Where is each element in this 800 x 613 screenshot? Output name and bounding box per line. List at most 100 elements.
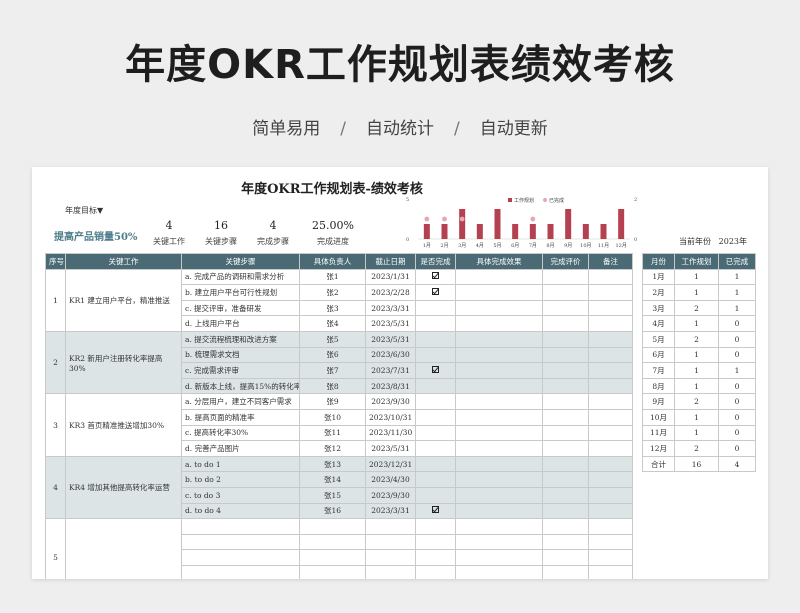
done-point xyxy=(459,216,465,222)
due-date: 2023/1/31 xyxy=(365,268,416,286)
remark-cell[interactable] xyxy=(588,440,633,457)
done-cell[interactable] xyxy=(415,315,456,332)
evaluation-cell[interactable] xyxy=(542,533,589,551)
evaluation-cell[interactable] xyxy=(542,362,589,379)
evaluation-cell[interactable] xyxy=(542,299,589,317)
remark-cell[interactable] xyxy=(588,502,633,520)
evaluation-cell[interactable] xyxy=(542,440,589,457)
result-cell[interactable] xyxy=(455,486,543,504)
evaluation-cell[interactable] xyxy=(542,518,589,535)
result-cell[interactable] xyxy=(455,299,543,317)
evaluation-cell[interactable] xyxy=(542,564,589,579)
done-cell[interactable] xyxy=(415,284,456,301)
checkbox-checked-icon[interactable] xyxy=(432,506,439,514)
key-step: b. 提高页面的精准率 xyxy=(181,408,300,426)
evaluation-cell[interactable] xyxy=(542,471,589,488)
remark-cell[interactable] xyxy=(588,564,633,579)
done-cell[interactable] xyxy=(415,471,456,488)
remark-cell[interactable] xyxy=(588,377,633,395)
done-cell[interactable] xyxy=(415,564,456,579)
evaluation-cell[interactable] xyxy=(542,284,589,301)
done-cell[interactable] xyxy=(415,393,456,410)
remark-cell[interactable] xyxy=(588,424,633,442)
checkbox-checked-icon[interactable] xyxy=(432,287,439,295)
evaluation-cell[interactable] xyxy=(542,424,589,442)
x-tick-label: 6月 xyxy=(511,243,519,249)
result-cell[interactable] xyxy=(455,346,543,364)
done-cell[interactable] xyxy=(415,455,456,473)
result-cell[interactable] xyxy=(455,549,543,566)
done-cell[interactable] xyxy=(415,533,456,551)
year-target-dropdown[interactable]: 年度目标▼ xyxy=(65,205,103,216)
result-cell[interactable] xyxy=(455,502,543,520)
remark-cell[interactable] xyxy=(588,486,633,504)
remark-cell[interactable] xyxy=(588,330,633,348)
key-step xyxy=(181,549,300,566)
count-cell: 0 xyxy=(718,440,756,457)
result-cell[interactable] xyxy=(455,564,543,579)
evaluation-cell[interactable] xyxy=(542,455,589,473)
evaluation-cell[interactable] xyxy=(542,330,589,348)
result-cell[interactable] xyxy=(455,471,543,488)
done-cell[interactable] xyxy=(415,346,456,364)
evaluation-cell[interactable] xyxy=(542,393,589,410)
done-cell[interactable] xyxy=(415,408,456,426)
stat-key-work: 4 关键工作 xyxy=(139,219,199,247)
result-cell[interactable] xyxy=(455,268,543,286)
done-cell[interactable] xyxy=(415,486,456,504)
result-cell[interactable] xyxy=(455,362,543,379)
done-cell[interactable] xyxy=(415,549,456,566)
remark-cell[interactable] xyxy=(588,268,633,286)
remark-cell[interactable] xyxy=(588,455,633,473)
done-cell[interactable] xyxy=(415,424,456,442)
evaluation-cell[interactable] xyxy=(542,549,589,566)
done-cell[interactable] xyxy=(415,440,456,457)
result-cell[interactable] xyxy=(455,424,543,442)
remark-cell[interactable] xyxy=(588,471,633,488)
remark-cell[interactable] xyxy=(588,299,633,317)
evaluation-cell[interactable] xyxy=(542,486,589,504)
done-cell[interactable] xyxy=(415,362,456,379)
remark-cell[interactable] xyxy=(588,393,633,410)
remark-cell[interactable] xyxy=(588,284,633,301)
column-header: 备注 xyxy=(588,253,633,270)
remark-cell[interactable] xyxy=(588,315,633,332)
result-cell[interactable] xyxy=(455,315,543,332)
result-cell[interactable] xyxy=(455,408,543,426)
result-cell[interactable] xyxy=(455,393,543,410)
evaluation-cell[interactable] xyxy=(542,315,589,332)
evaluation-cell[interactable] xyxy=(542,502,589,520)
result-cell[interactable] xyxy=(455,440,543,457)
evaluation-cell[interactable] xyxy=(542,377,589,395)
done-cell[interactable] xyxy=(415,268,456,286)
due-date: 2023/7/31 xyxy=(365,362,416,379)
owner: 张4 xyxy=(299,315,366,332)
result-cell[interactable] xyxy=(455,284,543,301)
done-cell[interactable] xyxy=(415,377,456,395)
result-cell[interactable] xyxy=(455,518,543,535)
remark-cell[interactable] xyxy=(588,408,633,426)
remark-cell[interactable] xyxy=(588,362,633,379)
due-date: 2023/10/31 xyxy=(365,408,416,426)
done-cell[interactable] xyxy=(415,330,456,348)
remark-cell[interactable] xyxy=(588,518,633,535)
done-cell[interactable] xyxy=(415,299,456,317)
evaluation-cell[interactable] xyxy=(542,268,589,286)
count-cell: 0 xyxy=(718,346,756,364)
result-cell[interactable] xyxy=(455,455,543,473)
evaluation-cell[interactable] xyxy=(542,408,589,426)
evaluation-cell[interactable] xyxy=(542,346,589,364)
remark-cell[interactable] xyxy=(588,533,633,551)
month-cell: 12月 xyxy=(642,440,675,457)
checkbox-checked-icon[interactable] xyxy=(432,365,439,373)
result-cell[interactable] xyxy=(455,330,543,348)
due-date: 2023/3/31 xyxy=(365,299,416,317)
remark-cell[interactable] xyxy=(588,346,633,364)
result-cell[interactable] xyxy=(455,377,543,395)
x-tick-label: 5月 xyxy=(493,243,501,249)
result-cell[interactable] xyxy=(455,533,543,551)
done-cell[interactable] xyxy=(415,518,456,535)
remark-cell[interactable] xyxy=(588,549,633,566)
checkbox-checked-icon[interactable] xyxy=(432,272,439,280)
done-cell[interactable] xyxy=(415,502,456,520)
